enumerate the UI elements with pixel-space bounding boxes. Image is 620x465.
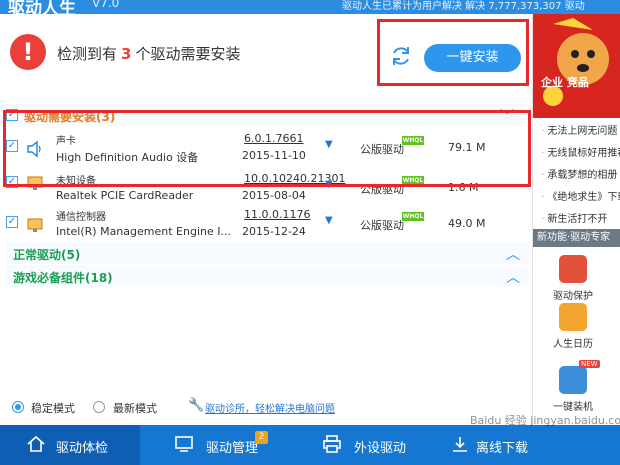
chevron-up-icon[interactable]: ︿	[506, 244, 520, 264]
nav-label: 驱动体检	[56, 441, 109, 456]
nav-peripheral[interactable]: 外设驱动	[310, 425, 440, 465]
scan-result-text: 检测到有 3 个驱动需要安装	[57, 43, 240, 64]
download-icon	[453, 437, 467, 452]
mascot-image	[543, 18, 609, 106]
side-panel: 企业 竞品 无法上网无问题 无线鼠标好用推荐 承载梦想的相册 《绝地求生》下载 …	[532, 14, 620, 425]
driver-version[interactable]: 11.0.0.1176	[244, 208, 310, 221]
nav-driver-manage[interactable]: 驱动管理 2	[160, 425, 290, 465]
news-item[interactable]: 无线鼠标好用推荐	[541, 144, 620, 159]
driver-clinic-link[interactable]: 驱动诊所，轻松解决电脑问题	[205, 400, 335, 415]
driver-date: 2015-12-24	[242, 225, 306, 238]
version-dropdown-icon[interactable]: ▼	[325, 215, 333, 226]
app-title: 驱动人生	[8, 0, 76, 14]
alert-icon: !	[10, 34, 46, 70]
calendar-icon	[559, 303, 587, 331]
stable-mode-radio[interactable]	[12, 401, 24, 413]
news-item[interactable]: 承载梦想的相册	[541, 166, 617, 181]
home-icon	[27, 435, 45, 452]
alert-prefix: 检测到有	[57, 45, 118, 63]
driver-size: 49.0 M	[448, 217, 486, 230]
chevron-up-icon[interactable]: ︿	[506, 267, 520, 287]
news-item[interactable]: 无法上网无问题	[541, 122, 617, 137]
stable-mode-label[interactable]: 稳定模式	[31, 400, 75, 416]
news-item[interactable]: 《绝地求生》下载	[541, 188, 620, 203]
nav-label: 外设驱动	[354, 441, 407, 456]
section-game[interactable]: 游戏必备组件(18) ︿	[6, 265, 530, 287]
section-game-title: 游戏必备组件(18)	[13, 271, 113, 285]
app-version: V7.0	[92, 0, 120, 10]
nav-label: 离线下载	[476, 441, 529, 456]
whql-badge: WHQL	[402, 212, 424, 221]
driver-device: Realtek PCIE CardReader	[56, 189, 194, 202]
bottom-nav: 驱动体检 驱动管理 2 外设驱动 离线下载	[0, 425, 620, 465]
banner-text: 企业 竞品	[541, 76, 589, 89]
highlight-box-install	[377, 19, 529, 86]
title-bar: 驱动人生 V7.0 驱动人生已累计为用户解决 解决 7,777,373,307 …	[0, 0, 620, 14]
nav-badge: 2	[255, 431, 268, 444]
monitor-icon	[27, 218, 43, 232]
tool-label: 人生日历	[553, 339, 593, 350]
watermark: Baidu 经验 jingyan.baidu.com	[470, 414, 620, 427]
tool-label: 一键装机	[553, 402, 593, 413]
mode-options: 稳定模式 最新模式 🔧 驱动诊所，轻松解决电脑问题	[0, 396, 532, 418]
printer-icon	[323, 435, 341, 453]
wrench-icon: 🔧	[188, 398, 205, 413]
main-panel: ! 检测到有 3 个驱动需要安装 一键安装 ✓ 驱动需要安装(3) ﹀ ✓ 声卡 H…	[0, 14, 532, 425]
nav-driver-check[interactable]: 驱动体检	[0, 425, 140, 465]
latest-mode-label[interactable]: 最新模式	[113, 400, 157, 416]
driver-device: Intel(R) Management Engine I...	[56, 225, 231, 238]
monitor-icon	[175, 436, 193, 452]
shield-icon	[559, 255, 587, 283]
tool-install[interactable]: NEW 一键装机	[549, 360, 600, 416]
tool-calendar[interactable]: 人生日历	[549, 303, 599, 353]
driver-checkbox[interactable]: ✓	[6, 216, 18, 228]
nav-label: 驱动管理	[206, 441, 259, 456]
section-normal-title: 正常驱动(5)	[13, 248, 81, 262]
tool-label: 驱动保护	[553, 291, 593, 302]
alert-count: 3	[121, 45, 132, 63]
driver-date: 2015-08-04	[242, 189, 306, 202]
tool-driver-protect[interactable]: 驱动保护	[549, 255, 599, 305]
scan-header: ! 检测到有 3 个驱动需要安装 一键安装	[0, 14, 532, 94]
section-normal[interactable]: 正常驱动(5) ︿	[6, 242, 530, 264]
nav-offline-download[interactable]: 离线下载	[450, 425, 620, 465]
driver-name: 通信控制器	[56, 212, 106, 223]
alert-suffix: 个驱动需要安装	[135, 45, 241, 63]
driver-type: 公版驱动	[360, 219, 404, 232]
ad-banner[interactable]: 企业 竞品	[533, 14, 620, 118]
side-section-title: 新功能·驱动专家	[533, 229, 620, 247]
news-item[interactable]: 新生活打不开	[541, 210, 607, 225]
highlight-box-drivers	[3, 110, 531, 187]
driver-row[interactable]: ✓ 通信控制器 Intel(R) Management Engine I... …	[0, 204, 524, 242]
new-tag: NEW	[579, 360, 600, 368]
latest-mode-radio[interactable]	[93, 401, 105, 413]
top-notice: 驱动人生已累计为用户解决 解决 7,777,373,307 驱动	[342, 1, 585, 12]
install-icon	[559, 366, 587, 394]
